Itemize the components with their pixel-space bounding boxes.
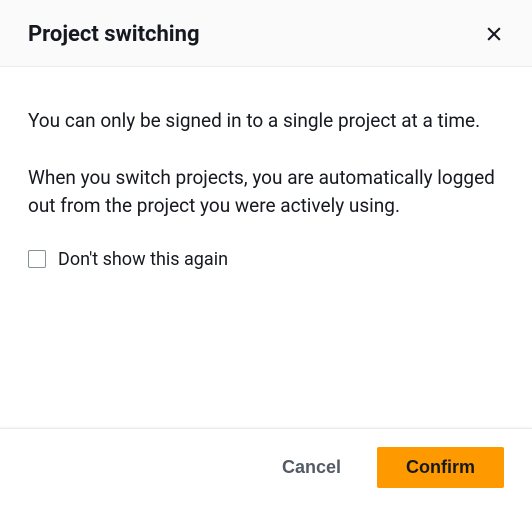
dont-show-again-checkbox[interactable]	[28, 250, 46, 268]
dialog-header: Project switching	[0, 0, 532, 67]
close-button[interactable]	[480, 20, 508, 48]
body-paragraph-2: When you switch projects, you are automa…	[28, 164, 504, 221]
confirm-button[interactable]: Confirm	[377, 447, 504, 488]
dialog-body: You can only be signed in to a single pr…	[0, 67, 532, 428]
body-paragraph-1: You can only be signed in to a single pr…	[28, 107, 504, 136]
project-switching-dialog: Project switching You can only be signed…	[0, 0, 532, 510]
close-icon	[484, 24, 504, 44]
cancel-button[interactable]: Cancel	[278, 449, 345, 486]
dont-show-again-row[interactable]: Don't show this again	[28, 249, 504, 270]
dont-show-again-label[interactable]: Don't show this again	[58, 249, 228, 270]
dialog-footer: Cancel Confirm	[0, 428, 532, 510]
dialog-title: Project switching	[28, 22, 200, 47]
body-text: You can only be signed in to a single pr…	[28, 107, 504, 221]
